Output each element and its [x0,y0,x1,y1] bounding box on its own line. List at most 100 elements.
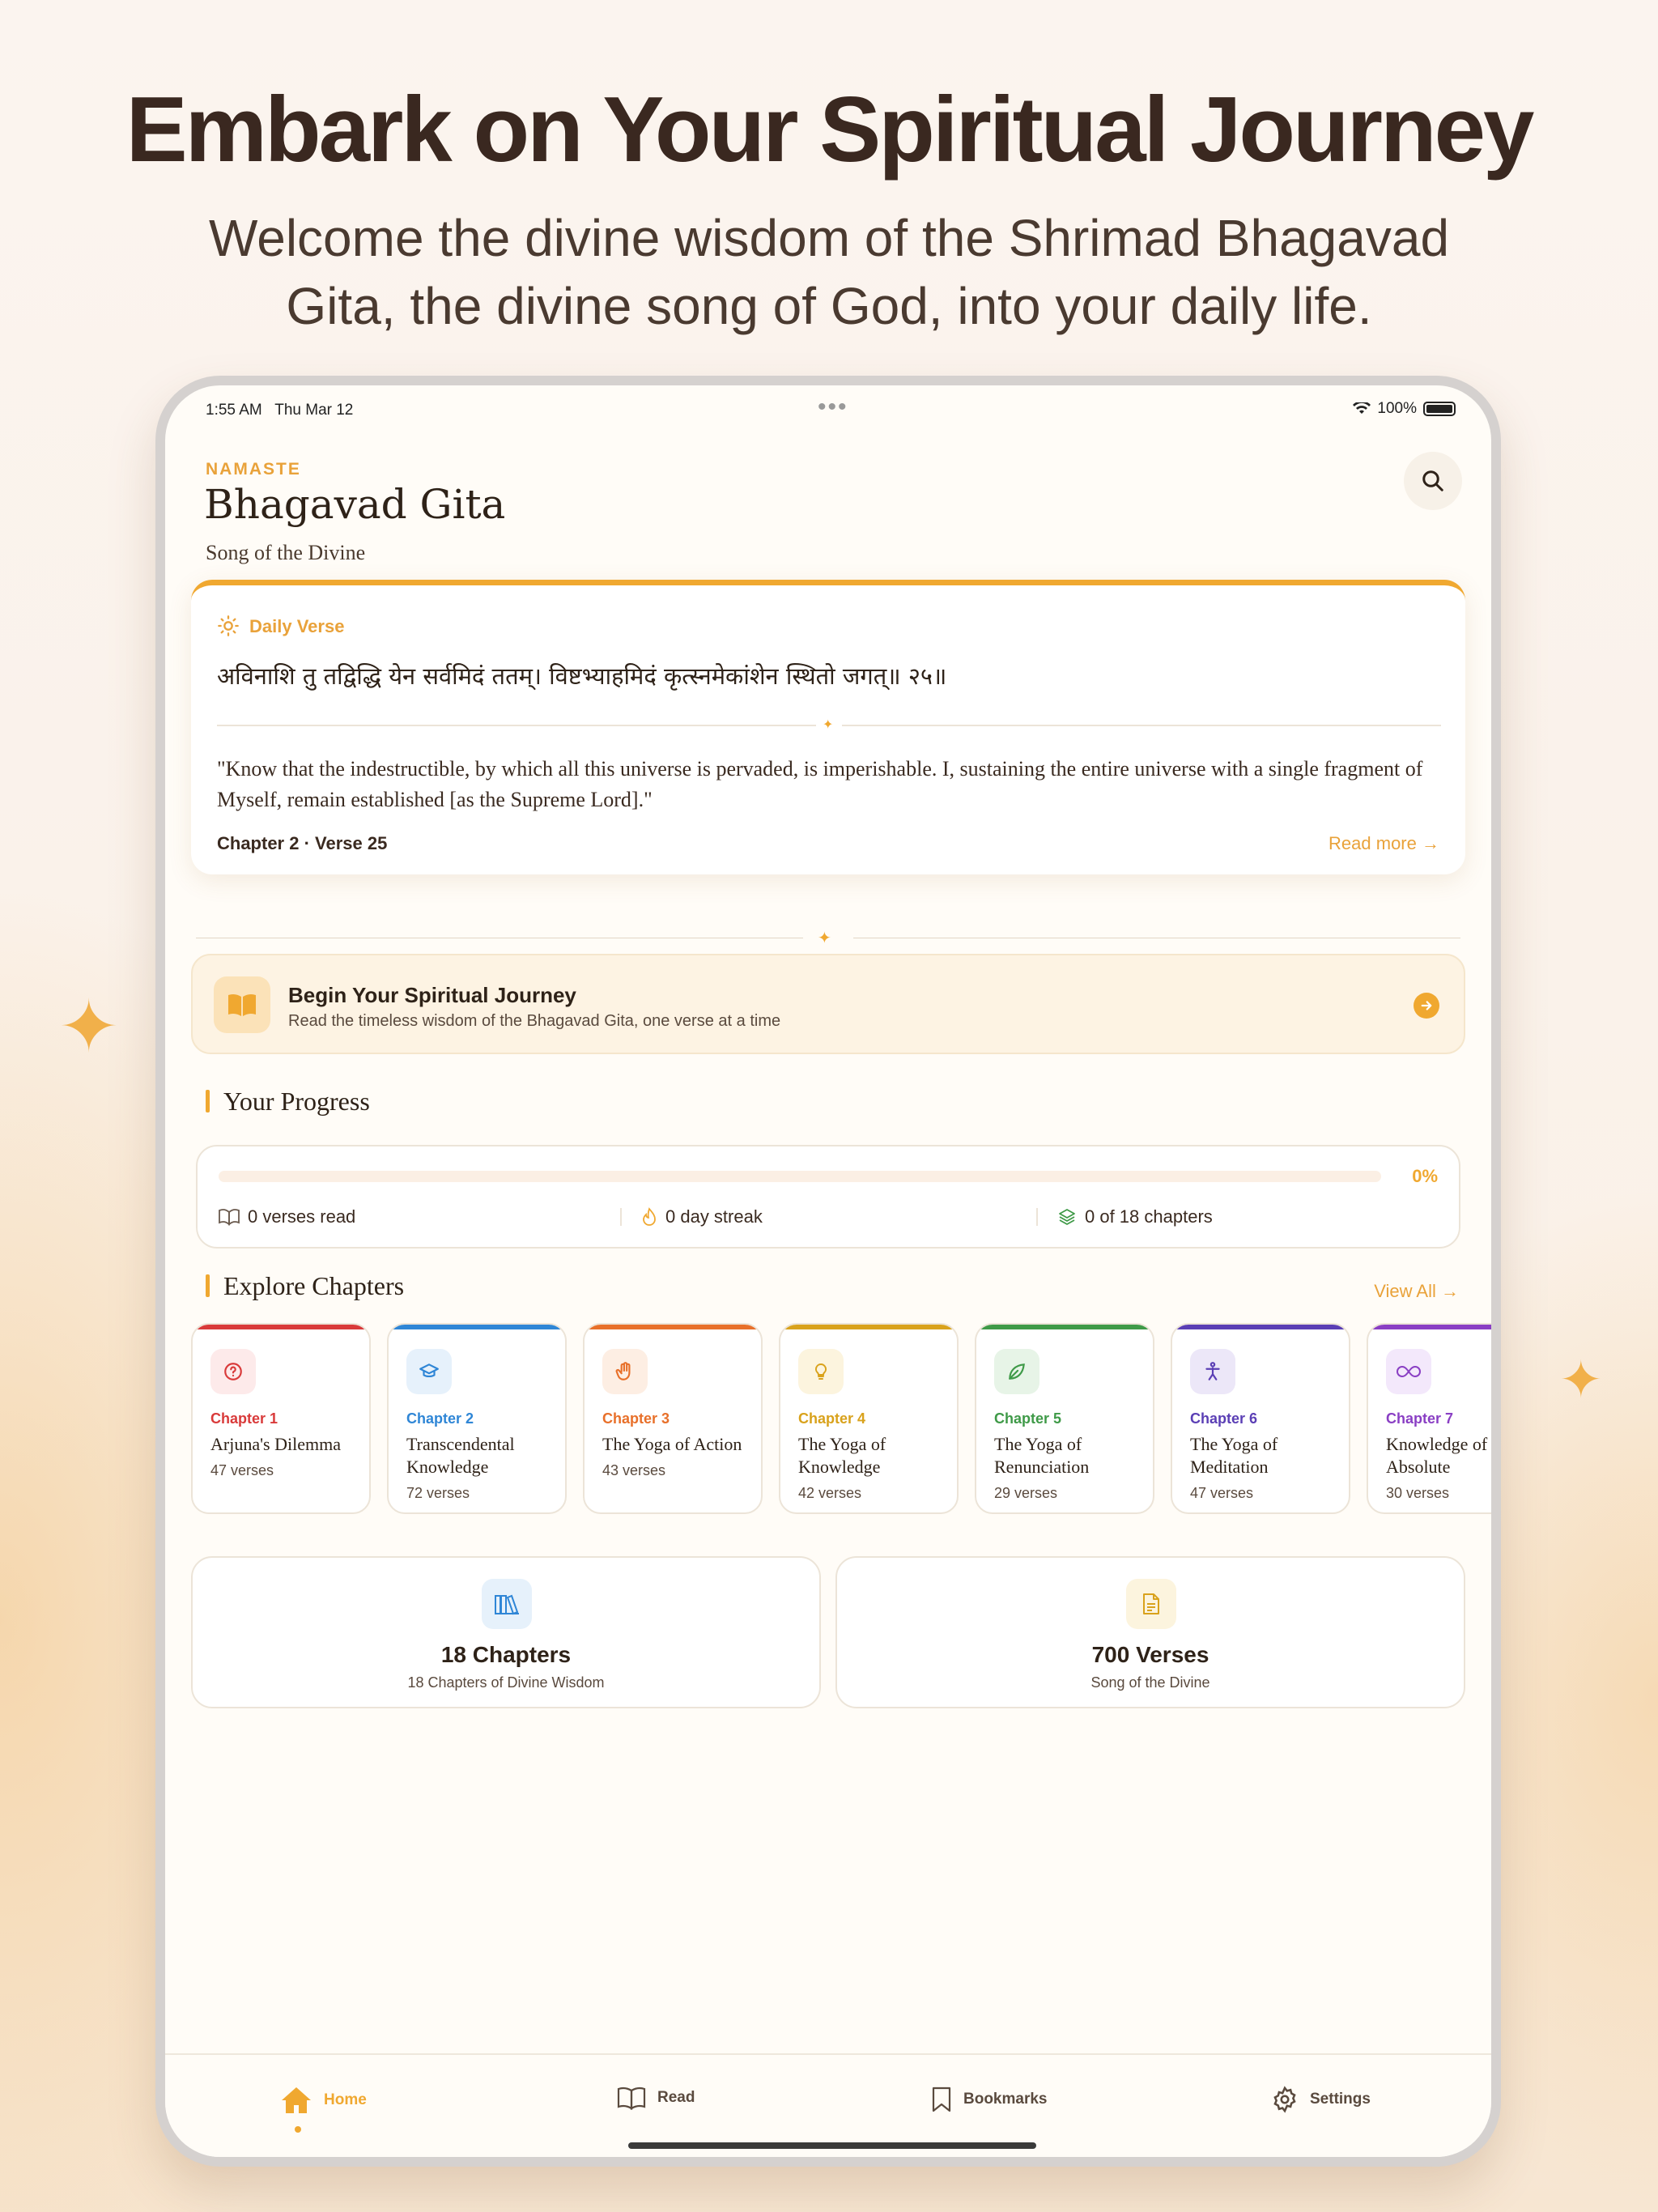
stat-separator [1036,1208,1038,1226]
chapter-name: The Yoga of Action [602,1434,742,1454]
promo-headline: Embark on Your Spiritual Journey [125,79,1535,181]
chapter-number: Chapter 4 [798,1410,866,1427]
chapter-color-bar [1172,1325,1349,1329]
multitask-dots[interactable]: ••• [818,393,848,421]
chapter-name: The Yoga of Knowledge [798,1434,886,1477]
active-tab-indicator [295,2126,301,2133]
verse-translation: "Know that the indestructible, by which … [217,757,1423,811]
summary-description: Song of the Divine [1090,1674,1210,1691]
daily-verse-label: Daily Verse [249,616,345,636]
divider [842,725,1441,726]
chapter-number: Chapter 6 [1190,1410,1258,1427]
begin-journey-banner[interactable]: Begin Your Spiritual Journey Read the ti… [191,954,1465,1054]
chapter-color-bar [1368,1325,1491,1329]
greeting: NAMASTE [206,460,301,479]
tab-settings[interactable]: Settings [1271,2086,1371,2113]
chapter-verse-count: 30 verses [1386,1485,1450,1501]
chapters-stat: 0 of 18 chapters [1057,1206,1213,1227]
page-title: Bhagavad Gita [204,481,506,528]
open-book-icon [214,976,270,1033]
divider [217,725,816,726]
tab-home[interactable]: Home [280,2086,367,2115]
progress-percent: 0% [1412,1166,1438,1186]
chapter-verse-count: 72 verses [406,1485,470,1501]
read-more-link[interactable]: Read more → [1329,833,1439,854]
chapter-name: Knowledge of the Absolute [1386,1434,1491,1477]
daily-verse-card[interactable]: Daily Verse अविनाशि तु तद्विद्धि येन सर्… [191,580,1465,874]
chapter-number: Chapter 3 [602,1410,670,1427]
chapter-card-2[interactable]: Chapter 2 Transcendental Knowledge 72 ve… [387,1323,567,1514]
tab-bar: Home Read Bookmarks Settings [165,2053,1491,2157]
verses-summary-card[interactable]: 700 Verses Song of the Divine [835,1556,1465,1708]
book-icon [219,1209,240,1226]
chapter-color-bar [585,1325,761,1329]
chapter-number: Chapter 5 [994,1410,1062,1427]
progress-card: 0% 0 verses read 0 day streak 0 of 18 ch… [196,1145,1460,1249]
chapter-name: Transcendental Knowledge [406,1434,515,1477]
chapter-card-5[interactable]: Chapter 5 The Yoga of Renunciation 29 ve… [975,1323,1154,1514]
chapter-verse-count: 47 verses [210,1462,274,1478]
summary-title: 700 Verses [1091,1642,1209,1667]
view-all-link[interactable]: View All → [1374,1281,1459,1302]
infinity-icon [1386,1349,1431,1394]
chapter-verse-count: 29 verses [994,1485,1058,1501]
sparkle-icon: ✦ [1559,1351,1603,1409]
layers-icon [1059,1209,1075,1225]
leaf-icon [994,1349,1039,1394]
verses-read-stat: 0 verses read [219,1206,355,1227]
status-bar: 1:55 AM Thu Mar 12 ••• 100% [165,385,1491,434]
verse-reference: Chapter 2 · Verse 25 [217,833,388,853]
journey-title: Begin Your Spiritual Journey [288,983,576,1007]
app-screen: 1:55 AM Thu Mar 12 ••• 100% NAMASTE Bhag… [165,385,1491,2157]
chapter-carousel[interactable]: Chapter 1 Arjuna's Dilemma 47 verses Cha… [191,1323,1491,1517]
library-icon [482,1579,532,1629]
journey-description: Read the timeless wisdom of the Bhagavad… [288,1012,781,1030]
stat-separator [620,1208,622,1226]
search-button[interactable] [1404,452,1462,510]
tab-read[interactable]: Read [617,2086,695,2110]
arrow-right-icon: → [1422,833,1439,853]
tab-bookmarks[interactable]: Bookmarks [931,2086,1048,2113]
chapter-card-7[interactable]: Chapter 7 Knowledge of the Absolute 30 v… [1367,1323,1491,1514]
bookmark-icon [932,2087,951,2112]
chapter-verse-count: 42 verses [798,1485,862,1501]
chapter-color-bar [389,1325,565,1329]
chapter-color-bar [193,1325,369,1329]
chapters-summary-card[interactable]: 18 Chapters 18 Chapters of Divine Wisdom [191,1556,821,1708]
chapter-name: The Yoga of Renunciation [994,1434,1090,1477]
chapter-number: Chapter 2 [406,1410,474,1427]
chapter-verse-count: 43 verses [602,1462,666,1478]
sparkle-icon: ✦ [58,987,120,1068]
chapter-verse-count: 47 verses [1190,1485,1254,1501]
summary-title: 18 Chapters [440,1642,572,1667]
chapter-card-1[interactable]: Chapter 1 Arjuna's Dilemma 47 verses [191,1323,371,1514]
chapter-number: Chapter 7 [1386,1410,1454,1427]
chapter-number: Chapter 1 [210,1410,278,1427]
progress-section-title: Your Progress [206,1087,370,1117]
sanskrit-verse: अविनाशि तु तद्विद्धि येन सर्वमिदं ततम्। … [217,662,947,690]
document-icon [1126,1579,1176,1629]
book-icon [617,2087,646,2110]
arrow-right-icon: → [1441,1281,1459,1301]
status-right: 100% [1353,400,1456,418]
chapter-card-6[interactable]: Chapter 6 The Yoga of Meditation 47 vers… [1171,1323,1350,1514]
wifi-icon [1353,402,1371,414]
hand-icon [602,1349,648,1394]
battery-percent: 100% [1377,400,1417,417]
status-time: 1:55 AM Thu Mar 12 [206,402,354,419]
battery-icon [1423,402,1456,416]
home-indicator[interactable] [628,2142,1036,2149]
tablet-frame: 1:55 AM Thu Mar 12 ••• 100% NAMASTE Bhag… [155,376,1501,2167]
explore-section-title: Explore Chapters [206,1271,404,1301]
sun-icon [218,615,239,636]
divider-star-icon: ✦ [818,929,831,947]
chapter-color-bar [780,1325,957,1329]
divider-star-icon: ✦ [823,718,834,732]
home-icon [282,2087,311,2113]
page-subtitle: Song of the Divine [206,541,366,564]
graduation-cap-icon [406,1349,452,1394]
arrow-right-circle-icon[interactable] [1414,993,1439,1019]
chapter-name: The Yoga of Meditation [1190,1434,1278,1477]
chapter-card-3[interactable]: Chapter 3 The Yoga of Action 43 verses [583,1323,763,1514]
chapter-card-4[interactable]: Chapter 4 The Yoga of Knowledge 42 verse… [779,1323,959,1514]
